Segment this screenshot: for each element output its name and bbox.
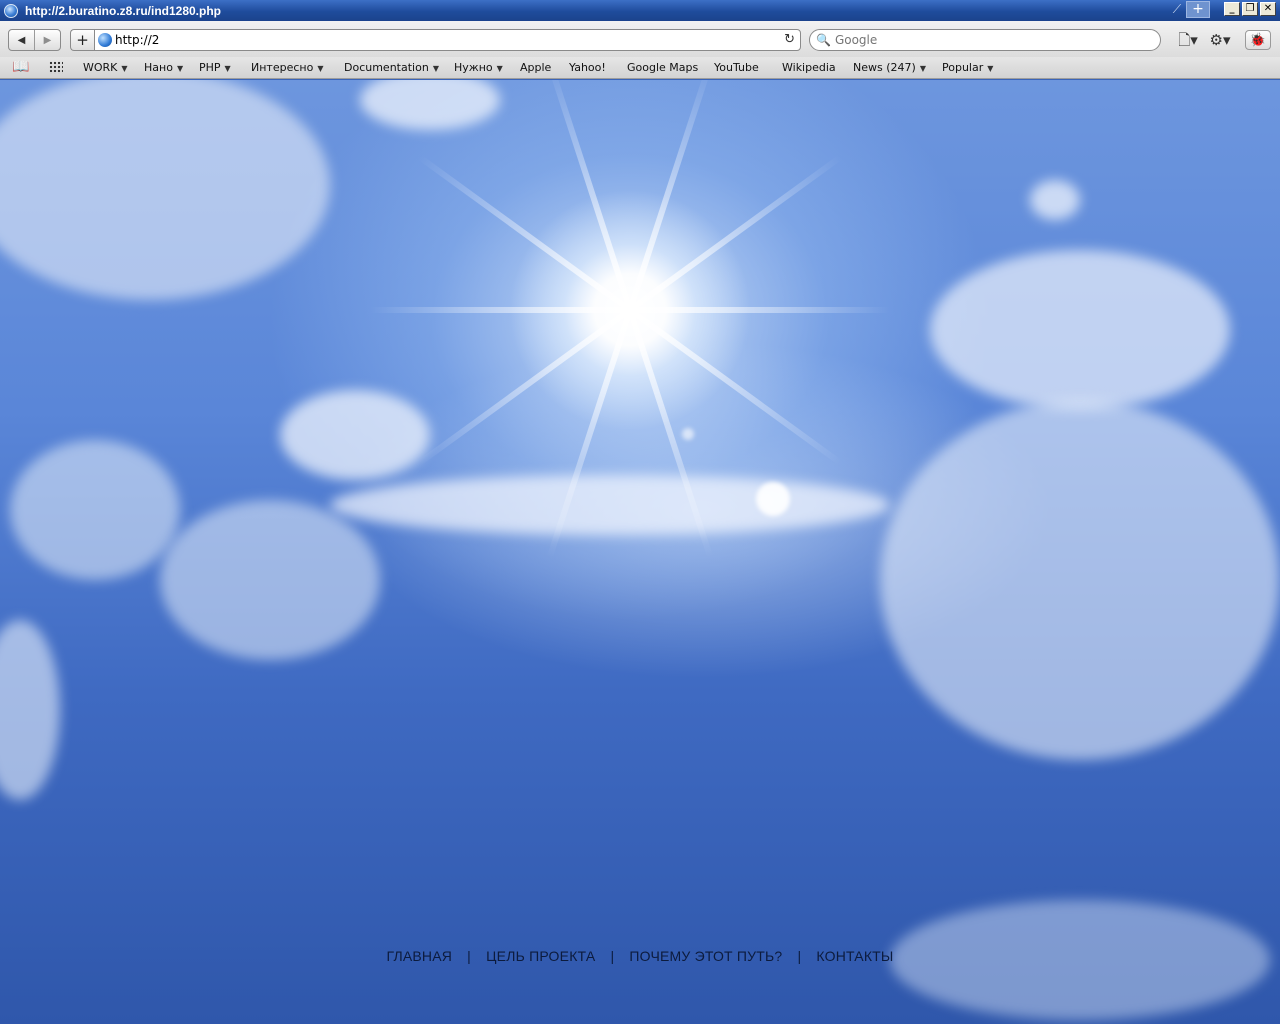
maximize-button[interactable]: ❐ — [1242, 2, 1258, 16]
page-menu-icon[interactable]: 🗋▾ — [1176, 30, 1200, 50]
cloud-decoration — [160, 500, 380, 660]
cloud-decoration — [930, 250, 1230, 410]
browser-toolbar: ◀ ▶ + ↻ 🔍 🗋▾ ⚙▾ 🐞 — [0, 21, 1280, 57]
chevron-down-icon: ▼ — [432, 64, 439, 73]
cloud-decoration — [1030, 180, 1080, 220]
site-globe-icon — [98, 33, 112, 47]
cloud-decoration — [10, 440, 180, 580]
bookmark-item[interactable]: Documentation ▼ — [344, 60, 439, 77]
cloud-decoration — [880, 400, 1280, 760]
new-tab-button[interactable]: + — [1186, 1, 1210, 18]
reload-icon[interactable]: ↻ — [784, 32, 795, 47]
nav-buttons: ◀ ▶ — [8, 29, 61, 51]
bookmark-item[interactable]: Yahoo! — [569, 60, 606, 76]
chevron-down-icon: ▼ — [224, 64, 231, 73]
cloud-decoration — [330, 475, 890, 535]
search-icon[interactable]: 🔍 — [816, 33, 831, 47]
close-button[interactable]: ✕ — [1260, 2, 1276, 16]
add-bookmark-button[interactable]: + — [70, 29, 94, 51]
nav-link-home[interactable]: ГЛАВНАЯ — [386, 948, 452, 964]
bookmark-item[interactable]: Google Maps — [627, 60, 698, 76]
search-input[interactable] — [834, 33, 1155, 47]
minimize-button[interactable]: _ — [1224, 2, 1240, 16]
address-bar[interactable]: ↻ — [94, 29, 801, 51]
chevron-down-icon: ▼ — [121, 64, 128, 73]
forward-button[interactable]: ▶ — [34, 30, 60, 50]
search-bar[interactable]: 🔍 — [809, 29, 1161, 51]
back-button[interactable]: ◀ — [9, 30, 34, 50]
nav-link-project-goal[interactable]: ЦЕЛЬ ПРОЕКТА — [486, 948, 595, 964]
chevron-down-icon: ▼ — [987, 64, 994, 73]
cloud-decoration — [0, 620, 60, 800]
nav-separator: | — [467, 948, 472, 964]
bookmark-item[interactable]: News (247) ▼ — [853, 60, 926, 77]
chevron-down-icon: ▼ — [176, 64, 184, 73]
lens-flare-decoration — [682, 428, 694, 440]
bookmark-item[interactable]: Нужно ▼ — [454, 60, 503, 77]
nav-link-contacts[interactable]: КОНТАКТЫ — [816, 948, 893, 964]
bookmark-item[interactable]: WORK ▼ — [83, 60, 128, 77]
page-content-sky-background: ГЛАВНАЯ | ЦЕЛЬ ПРОЕКТА | ПОЧЕМУ ЭТОТ ПУТ… — [0, 80, 1280, 1024]
browser-globe-icon — [4, 3, 18, 18]
site-footer-nav: ГЛАВНАЯ | ЦЕЛЬ ПРОЕКТА | ПОЧЕМУ ЭТОТ ПУТ… — [0, 948, 1280, 964]
bookmark-item[interactable]: Интересно ▼ — [251, 60, 323, 77]
bookmark-item[interactable]: Popular ▼ — [942, 60, 993, 77]
bookmark-item[interactable]: Нано ▼ — [144, 60, 183, 77]
bookmark-item[interactable]: YouTube — [714, 60, 759, 76]
chevron-down-icon: ▼ — [919, 64, 926, 73]
top-sites-grid-icon[interactable] — [49, 61, 63, 74]
nav-separator: | — [610, 948, 615, 964]
lens-flare-decoration — [756, 482, 790, 516]
resize-grip-icon[interactable]: ⟋ — [1170, 2, 1184, 16]
bookmark-item[interactable]: PHP ▼ — [199, 60, 231, 77]
bookmarks-book-icon[interactable]: 📖 — [12, 59, 29, 75]
bookmark-item[interactable]: Wikipedia — [782, 60, 836, 76]
cloud-decoration — [360, 80, 500, 130]
url-input[interactable] — [115, 33, 755, 47]
nav-separator: | — [797, 948, 802, 964]
nav-link-why-this-path[interactable]: ПОЧЕМУ ЭТОТ ПУТЬ? — [629, 948, 782, 964]
chevron-down-icon: ▼ — [317, 64, 324, 73]
cloud-decoration — [0, 80, 330, 300]
cloud-decoration — [280, 390, 430, 480]
title-bar: http://2.buratino.z8.ru/ind1280.php ⟋ + … — [0, 0, 1280, 21]
bookmark-item[interactable]: Apple — [520, 60, 551, 76]
bookmarks-bar: 📖 WORK ▼ Нано ▼ PHP ▼ Интересно ▼ Documentat… — [0, 57, 1280, 79]
bug-report-icon[interactable]: 🐞 — [1245, 30, 1271, 50]
window-title: http://2.buratino.z8.ru/ind1280.php — [25, 3, 222, 18]
settings-gear-icon[interactable]: ⚙▾ — [1206, 30, 1234, 50]
window-controls: _ ❐ ✕ — [1224, 2, 1276, 16]
chevron-down-icon: ▼ — [496, 64, 503, 73]
